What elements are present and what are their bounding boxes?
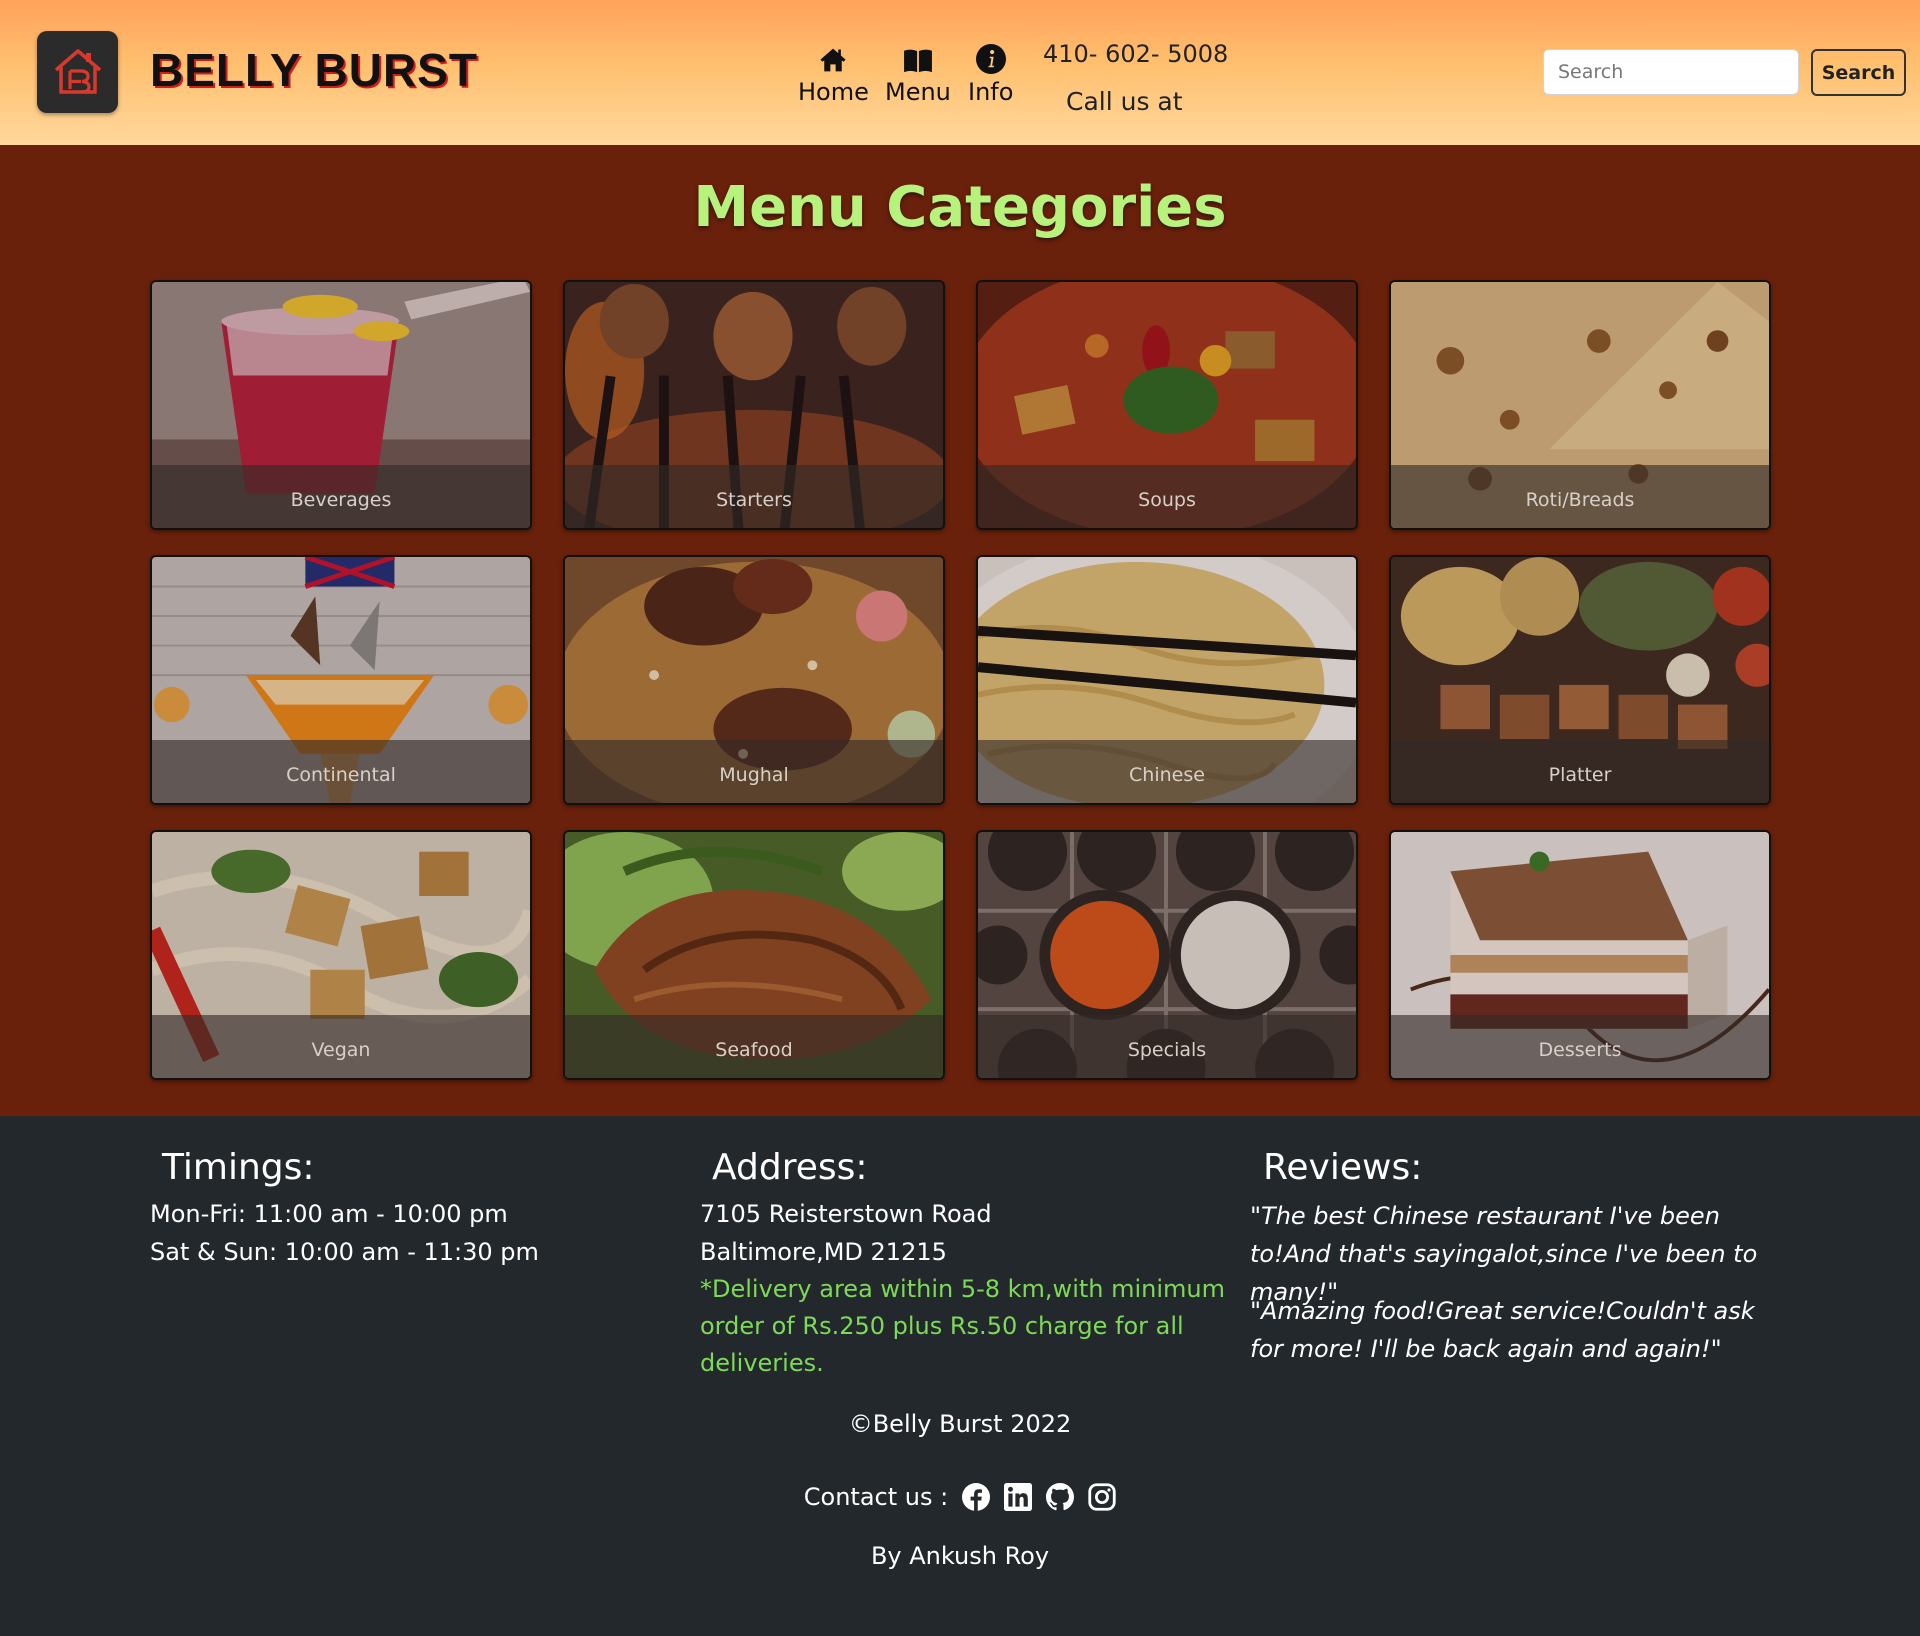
facebook-icon[interactable]: [962, 1483, 991, 1511]
site-header: BELLY BURST Home Menu Info 410- 602- 500…: [0, 0, 1920, 145]
category-card-vegan[interactable]: Vegan: [150, 830, 532, 1080]
category-card-beverages[interactable]: Beverages: [150, 280, 532, 530]
contact-label: Contact us :: [803, 1483, 949, 1511]
category-label: Vegan: [152, 1015, 530, 1078]
call-us-text: Call us at: [1066, 87, 1183, 116]
instagram-icon[interactable]: [1088, 1483, 1116, 1511]
nav-menu[interactable]: Menu: [885, 40, 951, 110]
contact-row: Contact us :: [0, 1483, 1920, 1511]
book-icon: [903, 40, 933, 74]
category-label: Continental: [152, 740, 530, 803]
category-card-chinese[interactable]: Chinese: [976, 555, 1358, 805]
category-label: Seafood: [565, 1015, 943, 1078]
address-heading: Address:: [712, 1147, 868, 1188]
category-card-seafood[interactable]: Seafood: [563, 830, 945, 1080]
linkedin-icon[interactable]: [1004, 1483, 1033, 1511]
home-icon: [819, 40, 847, 74]
timings-heading: Timings:: [162, 1147, 315, 1188]
menu-section: Menu Categories Beverages Starters Soups…: [0, 145, 1920, 1116]
category-label: Chinese: [978, 740, 1356, 803]
nav-info-label: Info: [968, 78, 1014, 106]
nav-menu-label: Menu: [885, 78, 951, 106]
address-city: Baltimore,MD 21215: [700, 1238, 947, 1266]
category-label: Beverages: [152, 465, 530, 528]
category-label: Platter: [1391, 740, 1769, 803]
category-card-roti-breads[interactable]: Roti/Breads: [1389, 280, 1771, 530]
copyright: ©Belly Burst 2022: [848, 1410, 1072, 1438]
category-card-soups[interactable]: Soups: [976, 280, 1358, 530]
timings-weekday: Mon-Fri: 11:00 am - 10:00 pm: [150, 1200, 508, 1228]
github-icon[interactable]: [1046, 1483, 1075, 1511]
category-label: Mughal: [565, 740, 943, 803]
category-card-mughal[interactable]: Mughal: [563, 555, 945, 805]
address-street: 7105 Reisterstown Road: [700, 1200, 992, 1228]
category-label: Roti/Breads: [1391, 465, 1769, 528]
logo[interactable]: [37, 31, 118, 113]
category-card-platter[interactable]: Platter: [1389, 555, 1771, 805]
phone-number[interactable]: 410- 602- 5008: [1043, 40, 1228, 68]
category-card-desserts[interactable]: Desserts: [1389, 830, 1771, 1080]
timings-weekend: Sat & Sun: 10:00 am - 11:30 pm: [150, 1238, 539, 1266]
site-footer: Timings: Mon-Fri: 11:00 am - 10:00 pm Sa…: [0, 1116, 1920, 1636]
delivery-note-line-3: deliveries.: [700, 1349, 824, 1377]
author-credit: By Ankush Roy: [870, 1542, 1050, 1570]
delivery-note-line-2: order of Rs.250 plus Rs.50 charge for al…: [700, 1312, 1184, 1340]
search-input[interactable]: [1543, 49, 1799, 95]
search-button[interactable]: Search: [1811, 49, 1906, 96]
category-label: Soups: [978, 465, 1356, 528]
category-label: Starters: [565, 465, 943, 528]
brand-name: BELLY BURST: [150, 44, 478, 96]
info-icon: [975, 40, 1006, 74]
delivery-note-line-1: *Delivery area within 5-8 km,with minimu…: [700, 1275, 1225, 1303]
category-card-continental[interactable]: Continental: [150, 555, 532, 805]
category-label: Desserts: [1391, 1015, 1769, 1078]
page-title: Menu Categories: [693, 175, 1227, 240]
review-2: "Amazing food!Great service!Couldn't ask…: [1250, 1297, 1755, 1363]
category-card-starters[interactable]: Starters: [563, 280, 945, 530]
nav-info[interactable]: Info: [968, 40, 1013, 110]
nav-home-label: Home: [798, 78, 869, 106]
reviews-heading: Reviews:: [1263, 1147, 1423, 1188]
house-b-logo-icon: [54, 49, 102, 94]
nav-home[interactable]: Home: [798, 40, 869, 110]
category-label: Specials: [978, 1015, 1356, 1078]
category-card-specials[interactable]: Specials: [976, 830, 1358, 1080]
